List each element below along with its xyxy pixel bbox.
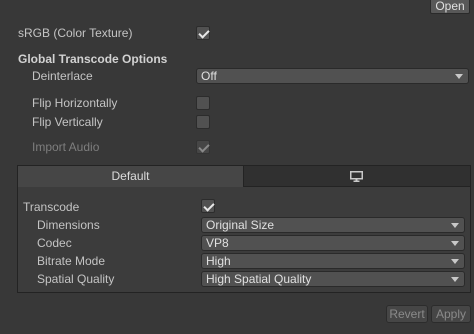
dimensions-dropdown[interactable]: Original Size <box>201 217 465 233</box>
deinterlace-dropdown[interactable]: Off <box>196 68 469 84</box>
chevron-down-icon <box>451 223 459 228</box>
spatial-quality-label: Spatial Quality <box>37 272 115 286</box>
spatial-quality-dropdown[interactable]: High Spatial Quality <box>201 271 465 287</box>
srgb-checkbox[interactable] <box>196 26 210 40</box>
bitrate-mode-label: Bitrate Mode <box>37 254 106 268</box>
monitor-icon <box>350 171 363 182</box>
global-transcode-title: Global Transcode Options <box>18 52 168 66</box>
tab-default[interactable]: Default <box>18 166 244 187</box>
codec-label: Codec <box>37 236 72 250</box>
flip-vertically-checkbox[interactable] <box>196 115 210 129</box>
bitrate-mode-dropdown[interactable]: High <box>201 253 465 269</box>
transcode-checkbox[interactable] <box>201 199 215 213</box>
chevron-down-icon <box>451 277 459 282</box>
transcode-label: Transcode <box>23 200 80 214</box>
apply-button[interactable]: Apply <box>431 305 471 323</box>
import-audio-checkbox[interactable] <box>196 140 210 154</box>
srgb-label: sRGB (Color Texture) <box>18 26 133 40</box>
deinterlace-value: Off <box>201 69 217 83</box>
revert-button[interactable]: Revert <box>386 305 428 323</box>
deinterlace-label: Deinterlace <box>32 69 93 83</box>
flip-horizontally-checkbox[interactable] <box>196 96 210 110</box>
chevron-down-icon <box>451 241 459 246</box>
import-audio-label: Import Audio <box>32 140 100 154</box>
flip-horizontally-label: Flip Horizontally <box>32 96 118 110</box>
codec-value: VP8 <box>206 236 229 250</box>
flip-vertically-label: Flip Vertically <box>32 115 103 129</box>
chevron-down-icon <box>451 259 459 264</box>
dimensions-value: Original Size <box>206 218 275 232</box>
dimensions-label: Dimensions <box>37 218 100 232</box>
spatial-quality-value: High Spatial Quality <box>206 272 312 286</box>
open-button[interactable]: Open <box>430 0 470 14</box>
chevron-down-icon <box>455 74 463 79</box>
bitrate-mode-value: High <box>206 254 231 268</box>
tab-standalone[interactable] <box>244 166 470 187</box>
codec-dropdown[interactable]: VP8 <box>201 235 465 251</box>
platform-tab-bar: Default <box>18 166 470 187</box>
